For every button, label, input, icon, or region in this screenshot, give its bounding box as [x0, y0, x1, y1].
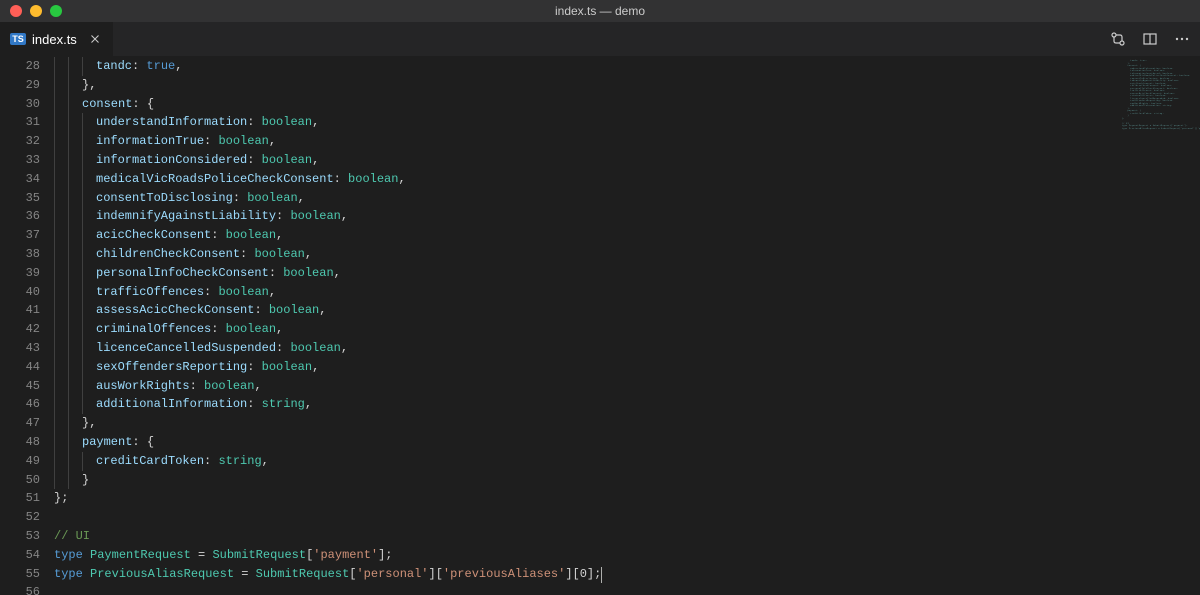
typescript-file-icon: TS: [10, 31, 26, 47]
line-number: 54: [0, 546, 40, 565]
code-line[interactable]: indemnifyAgainstLiability: boolean,: [54, 207, 1120, 226]
traffic-lights: [0, 5, 62, 17]
code-line[interactable]: creditCardToken: string,: [54, 452, 1120, 471]
minimize-window-button[interactable]: [30, 5, 42, 17]
line-number: 31: [0, 113, 40, 132]
code-line[interactable]: type PaymentRequest = SubmitRequest['pay…: [54, 546, 1120, 565]
line-number: 32: [0, 132, 40, 151]
line-number: 35: [0, 189, 40, 208]
line-number: 49: [0, 452, 40, 471]
titlebar[interactable]: index.ts — demo: [0, 0, 1200, 22]
line-number: 36: [0, 207, 40, 226]
window-title: index.ts — demo: [555, 4, 645, 18]
line-number: 44: [0, 358, 40, 377]
code-line[interactable]: // UI: [54, 527, 1120, 546]
line-number: 42: [0, 320, 40, 339]
code-line[interactable]: tandc: true,: [54, 57, 1120, 76]
line-number: 38: [0, 245, 40, 264]
line-number: 43: [0, 339, 40, 358]
code-line[interactable]: medicalVicRoadsPoliceCheckConsent: boole…: [54, 170, 1120, 189]
line-number: 50: [0, 471, 40, 490]
editor-main[interactable]: 2829303132333435363738394041424344454647…: [0, 57, 1120, 595]
line-number: 39: [0, 264, 40, 283]
line-number: 30: [0, 95, 40, 114]
line-number: 52: [0, 508, 40, 527]
code-line[interactable]: criminalOffences: boolean,: [54, 320, 1120, 339]
code-line[interactable]: trafficOffences: boolean,: [54, 283, 1120, 302]
line-number: 53: [0, 527, 40, 546]
code-line[interactable]: ausWorkRights: boolean,: [54, 377, 1120, 396]
minimap[interactable]: tandc: true, }, consent: { understandInf…: [1120, 57, 1200, 595]
line-number: 47: [0, 414, 40, 433]
line-number: 28: [0, 57, 40, 76]
line-number: 48: [0, 433, 40, 452]
compare-changes-icon[interactable]: [1110, 31, 1126, 47]
code-line[interactable]: personalInfoCheckConsent: boolean,: [54, 264, 1120, 283]
line-number: 56: [0, 583, 40, 595]
line-number: 37: [0, 226, 40, 245]
editor-actions: [1110, 31, 1190, 47]
code-line[interactable]: additionalInformation: string,: [54, 395, 1120, 414]
code-line[interactable]: licenceCancelledSuspended: boolean,: [54, 339, 1120, 358]
code-line[interactable]: informationTrue: boolean,: [54, 132, 1120, 151]
code-line[interactable]: childrenCheckConsent: boolean,: [54, 245, 1120, 264]
code-line[interactable]: consentToDisclosing: boolean,: [54, 189, 1120, 208]
code-line[interactable]: };: [54, 489, 1120, 508]
code-content[interactable]: tandc: true,},consent: {understandInform…: [54, 57, 1120, 595]
tab-index-ts[interactable]: TS index.ts: [0, 22, 113, 57]
code-line[interactable]: sexOffendersReporting: boolean,: [54, 358, 1120, 377]
line-number: 51: [0, 489, 40, 508]
line-number: 41: [0, 301, 40, 320]
code-line[interactable]: assessAcicCheckConsent: boolean,: [54, 301, 1120, 320]
code-line[interactable]: consent: {: [54, 95, 1120, 114]
line-number: 33: [0, 151, 40, 170]
code-line[interactable]: }: [54, 471, 1120, 490]
code-line[interactable]: type PreviousAliasRequest = SubmitReques…: [54, 565, 1120, 584]
code-line[interactable]: informationConsidered: boolean,: [54, 151, 1120, 170]
line-number: 34: [0, 170, 40, 189]
split-editor-icon[interactable]: [1142, 31, 1158, 47]
line-number: 29: [0, 76, 40, 95]
line-number-gutter: 2829303132333435363738394041424344454647…: [0, 57, 54, 595]
text-cursor: [601, 567, 602, 583]
code-line[interactable]: understandInformation: boolean,: [54, 113, 1120, 132]
close-tab-button[interactable]: [87, 31, 103, 47]
close-window-button[interactable]: [10, 5, 22, 17]
editor: 2829303132333435363738394041424344454647…: [0, 57, 1200, 595]
maximize-window-button[interactable]: [50, 5, 62, 17]
tab-filename: index.ts: [32, 32, 77, 47]
tab-bar: TS index.ts: [0, 22, 1200, 57]
more-actions-icon[interactable]: [1174, 31, 1190, 47]
code-line[interactable]: },: [54, 76, 1120, 95]
code-line[interactable]: [54, 508, 1120, 527]
line-number: 55: [0, 565, 40, 584]
code-line[interactable]: payment: {: [54, 433, 1120, 452]
line-number: 40: [0, 283, 40, 302]
code-line[interactable]: },: [54, 414, 1120, 433]
code-line[interactable]: [54, 583, 1120, 595]
line-number: 45: [0, 377, 40, 396]
code-line[interactable]: acicCheckConsent: boolean,: [54, 226, 1120, 245]
line-number: 46: [0, 395, 40, 414]
